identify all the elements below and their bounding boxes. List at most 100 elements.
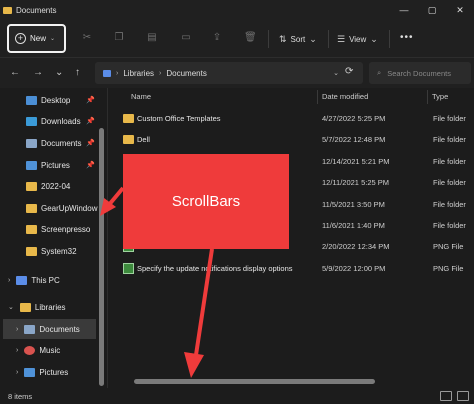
maximize-button[interactable]: ▢ <box>418 0 446 20</box>
sidebar-item-gearupwindow[interactable]: GearUpWindow <box>26 198 97 218</box>
sidebar-item-label: This PC <box>31 275 60 285</box>
close-button[interactable]: ✕ <box>446 0 474 20</box>
file-type: PNG File <box>433 242 464 251</box>
navigation-pane-scrollbar[interactable] <box>99 128 104 386</box>
folder-icon <box>26 181 37 191</box>
refresh-button[interactable]: ⟳ <box>345 66 353 77</box>
name-column-header[interactable]: Name <box>131 92 151 101</box>
search-icon: ⌕ <box>377 68 382 77</box>
window-title: Documents <box>16 5 57 15</box>
file-row[interactable]: Dell 5/7/2022 12:48 PM File folder <box>108 129 474 150</box>
toolbar-divider <box>389 30 390 48</box>
sidebar-item-music[interactable]: › Music <box>16 340 60 360</box>
pin-icon: 📌 <box>86 97 95 104</box>
sidebar-item-label: Screenpresso <box>41 224 91 234</box>
folder-icon <box>26 246 37 256</box>
sidebar-item-label: Music <box>39 345 61 355</box>
more-options-button[interactable]: ••• <box>400 32 414 43</box>
annotation-callout: ScrollBars <box>123 154 289 249</box>
chevron-right-icon[interactable]: › <box>16 326 18 333</box>
file-row[interactable]: Custom Office Templates 4/27/2022 5:25 P… <box>108 108 474 129</box>
new-button[interactable]: + New ⌄ <box>7 24 66 53</box>
paste-icon[interactable]: ▤ <box>146 32 158 44</box>
pictures-icon <box>26 160 37 170</box>
column-divider[interactable] <box>317 90 318 104</box>
view-icon: ☰ <box>337 33 346 44</box>
breadcrumb-separator: › <box>116 69 119 77</box>
folder-icon <box>26 224 37 234</box>
folder-icon <box>123 135 134 144</box>
sort-button[interactable]: ⇅ Sort ⌄ <box>279 30 317 48</box>
file-type: File folder <box>433 178 466 187</box>
sidebar-item-screenpresso[interactable]: Screenpresso <box>26 219 90 239</box>
file-date: 11/6/2021 1:40 PM <box>322 221 385 230</box>
search-placeholder: Search Documents <box>387 68 451 78</box>
address-bar-row: ← → ⌄ ↑ › Libraries › Documents ⌄ ⟳ ⌕ Se… <box>0 58 474 88</box>
file-list-horizontal-scrollbar[interactable] <box>134 379 375 384</box>
sidebar-item-desktop[interactable]: Desktop <box>26 90 70 110</box>
delete-icon[interactable]: 🗑 <box>244 32 257 44</box>
sidebar-item-downloads[interactable]: Downloads <box>26 111 81 131</box>
sidebar-item-label: Pictures <box>39 367 69 377</box>
search-box[interactable]: ⌕ Search Documents <box>369 62 471 84</box>
back-button[interactable]: ← <box>10 67 20 78</box>
sidebar-item-pictures[interactable]: Pictures <box>26 155 70 175</box>
chevron-right-icon[interactable]: › <box>16 369 18 376</box>
breadcrumb-documents[interactable]: Documents <box>166 69 206 78</box>
sidebar-item-lib-pictures[interactable]: › Pictures <box>16 362 68 382</box>
chevron-right-icon[interactable]: › <box>8 277 10 284</box>
file-date: 5/7/2022 12:48 PM <box>322 135 386 144</box>
sidebar-item-this-pc[interactable]: › This PC <box>8 270 60 290</box>
file-date: 11/5/2021 3:50 PM <box>322 200 385 209</box>
toolbar-divider <box>328 30 329 48</box>
rename-icon[interactable]: ▭ <box>180 32 192 44</box>
pin-icon: 📌 <box>86 118 95 125</box>
tiles-view-icon[interactable] <box>457 391 469 401</box>
sidebar-item-libraries[interactable]: ⌄ Libraries <box>8 297 66 317</box>
breadcrumb-libraries[interactable]: Libraries <box>123 69 154 78</box>
navigation-pane: Desktop 📌 Downloads 📌 Documents 📌 Pictur… <box>0 88 107 388</box>
file-type: File folder <box>433 200 466 209</box>
file-type: File folder <box>433 221 466 230</box>
forward-button[interactable]: → <box>33 67 43 78</box>
sidebar-item-lib-documents[interactable]: › Documents <box>3 319 96 339</box>
cut-icon[interactable]: ✂ <box>81 32 93 44</box>
file-row[interactable]: Specify the update notifications display… <box>108 258 474 279</box>
address-field[interactable]: › Libraries › Documents ⌄ <box>95 62 363 84</box>
sort-label: Sort <box>290 34 306 44</box>
sidebar-item-label: Desktop <box>41 95 71 105</box>
chevron-right-icon[interactable]: › <box>16 347 18 354</box>
file-name: Dell <box>137 135 150 144</box>
sort-icon: ⇅ <box>279 33 287 44</box>
sidebar-item-label: Downloads <box>41 116 81 126</box>
sidebar-item-documents[interactable]: Documents <box>26 133 81 153</box>
image-file-icon <box>123 263 134 274</box>
sidebar-item-label: System32 <box>41 246 77 256</box>
date-column-header[interactable]: Date modified <box>322 92 368 101</box>
chevron-down-icon: ⌄ <box>309 33 317 44</box>
sidebar-item-label: Libraries <box>34 302 66 312</box>
pictures-icon <box>24 367 36 377</box>
item-count: 8 items <box>8 392 33 401</box>
file-name: Specify the update notifications display… <box>137 264 293 273</box>
minimize-button[interactable]: — <box>390 0 418 20</box>
chevron-down-icon: ⌄ <box>50 36 56 42</box>
toolbar-divider <box>268 30 269 48</box>
view-button[interactable]: ☰ View ⌄ <box>337 30 378 48</box>
recent-locations-button[interactable]: ⌄ <box>55 67 63 78</box>
share-icon[interactable]: ⇪ <box>211 32 223 44</box>
chevron-down-icon[interactable]: ⌄ <box>333 69 339 77</box>
chevron-down-icon[interactable]: ⌄ <box>8 303 14 311</box>
details-view-icon[interactable] <box>440 391 452 401</box>
copy-icon[interactable]: ❐ <box>113 32 125 44</box>
sidebar-item-2022-04[interactable]: 2022-04 <box>26 176 70 196</box>
up-button[interactable]: ↑ <box>75 67 80 78</box>
type-column-header[interactable]: Type <box>432 92 448 101</box>
pin-icon: 📌 <box>86 162 95 169</box>
view-label: View <box>349 34 367 44</box>
status-bar: 8 items <box>0 388 474 404</box>
sidebar-item-system32[interactable]: System32 <box>26 241 77 261</box>
column-divider[interactable] <box>427 90 428 104</box>
desktop-icon <box>26 95 37 105</box>
folder-icon <box>26 203 37 213</box>
